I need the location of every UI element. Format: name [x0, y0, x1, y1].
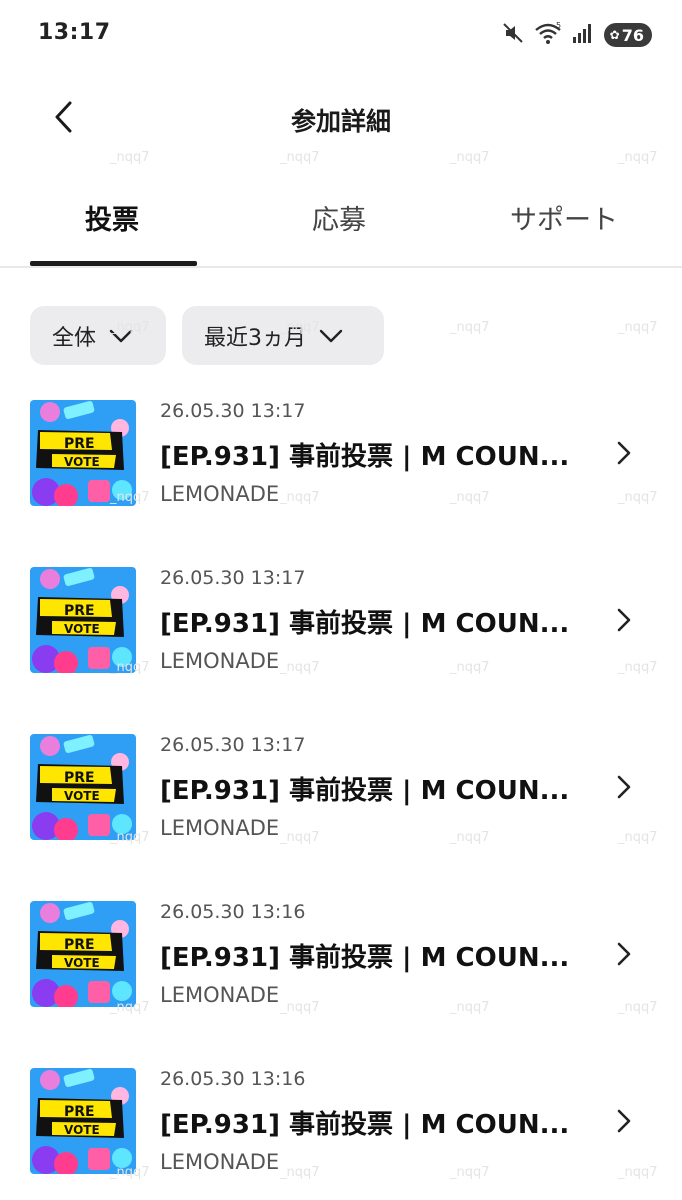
- leaf-icon: ✿: [609, 28, 620, 42]
- vote-thumbnail: PRE VOTE: [30, 1068, 136, 1174]
- chevron-right-icon: [617, 608, 631, 632]
- thumb-text-pre: PRE: [64, 436, 95, 452]
- chevron-down-icon: [319, 329, 343, 342]
- svg-text:5: 5: [556, 21, 561, 30]
- list-item[interactable]: PRE VOTE 26.05.30 13:16 [EP.931] 事前投票 | …: [0, 1066, 682, 1200]
- chevron-right-icon: [617, 942, 631, 966]
- item-title: [EP.931] 事前投票 | M COUN...: [160, 1110, 570, 1140]
- thumb-text-vote: VOTE: [64, 1123, 100, 1137]
- item-title: [EP.931] 事前投票 | M COUN...: [160, 609, 570, 639]
- thumb-text-vote: VOTE: [64, 455, 100, 469]
- item-title: [EP.931] 事前投票 | M COUN...: [160, 943, 570, 973]
- list-item[interactable]: PRE VOTE 26.05.30 13:16 [EP.931] 事前投票 | …: [0, 899, 682, 1066]
- item-title: [EP.931] 事前投票 | M COUN...: [160, 776, 570, 806]
- list-item[interactable]: PRE VOTE 26.05.30 13:17 [EP.931] 事前投票 | …: [0, 565, 682, 732]
- item-date: 26.05.30 13:16: [160, 1068, 306, 1090]
- signal-icon: [571, 21, 595, 49]
- thumb-text-pre: PRE: [64, 770, 95, 786]
- vote-thumbnail: PRE VOTE: [30, 734, 136, 840]
- item-artist: LEMONADE: [160, 816, 280, 840]
- tab-support[interactable]: サポート: [510, 198, 618, 248]
- filter-period-dropdown[interactable]: 最近3ヵ月: [182, 306, 384, 365]
- wifi-icon: 5: [534, 21, 562, 49]
- item-artist: LEMONADE: [160, 983, 280, 1007]
- mute-icon: [501, 21, 525, 49]
- list-item[interactable]: PRE VOTE 26.05.30 13:17 [EP.931] 事前投票 | …: [0, 732, 682, 899]
- battery-icon: ✿ 76: [603, 23, 652, 47]
- participation-list: PRE VOTE 26.05.30 13:17 [EP.931] 事前投票 | …: [0, 398, 682, 1200]
- vote-thumbnail: PRE VOTE: [30, 901, 136, 1007]
- chevron-down-icon: [109, 329, 133, 342]
- thumb-text-vote: VOTE: [64, 956, 100, 970]
- filter-period-label: 最近3ヵ月: [204, 325, 306, 351]
- header: 参加詳細: [0, 80, 682, 160]
- tab-vote[interactable]: 投票: [85, 198, 139, 248]
- status-time: 13:17: [38, 20, 111, 45]
- item-artist: LEMONADE: [160, 1150, 280, 1174]
- filter-scope-dropdown[interactable]: 全体: [30, 306, 166, 365]
- item-date: 26.05.30 13:16: [160, 901, 306, 923]
- status-bar: 13:17 5 ✿ 76: [0, 0, 682, 70]
- filter-scope-label: 全体: [52, 325, 97, 351]
- chevron-right-icon: [617, 441, 631, 465]
- item-title: [EP.931] 事前投票 | M COUN...: [160, 442, 570, 472]
- thumb-text-pre: PRE: [64, 603, 95, 619]
- status-icons: 5 ✿ 76: [501, 20, 652, 50]
- tab-bar: 投票 応募 サポート: [0, 180, 682, 268]
- list-item[interactable]: PRE VOTE 26.05.30 13:17 [EP.931] 事前投票 | …: [0, 398, 682, 565]
- vote-thumbnail: PRE VOTE: [30, 567, 136, 673]
- page: 13:17 5 ✿ 76 参加詳細 投票 応募 サポート 全体 最近3ヵ月 PR…: [0, 0, 682, 1200]
- chevron-right-icon: [617, 775, 631, 799]
- item-date: 26.05.30 13:17: [160, 400, 306, 422]
- thumb-text-vote: VOTE: [64, 622, 100, 636]
- tab-apply[interactable]: 応募: [312, 198, 366, 248]
- page-title: 参加詳細: [290, 107, 391, 136]
- watermark-text: _nqq7: [450, 320, 490, 335]
- item-date: 26.05.30 13:17: [160, 734, 306, 756]
- item-artist: LEMONADE: [160, 649, 280, 673]
- thumb-text-pre: PRE: [64, 937, 95, 953]
- tab-active-indicator: [30, 261, 197, 266]
- item-date: 26.05.30 13:17: [160, 567, 306, 589]
- item-artist: LEMONADE: [160, 482, 280, 506]
- thumb-text-pre: PRE: [64, 1104, 95, 1120]
- battery-level: 76: [621, 25, 644, 45]
- watermark-text: _nqq7: [618, 320, 658, 335]
- thumb-text-vote: VOTE: [64, 789, 100, 803]
- chevron-right-icon: [617, 1109, 631, 1133]
- vote-thumbnail: PRE VOTE: [30, 400, 136, 506]
